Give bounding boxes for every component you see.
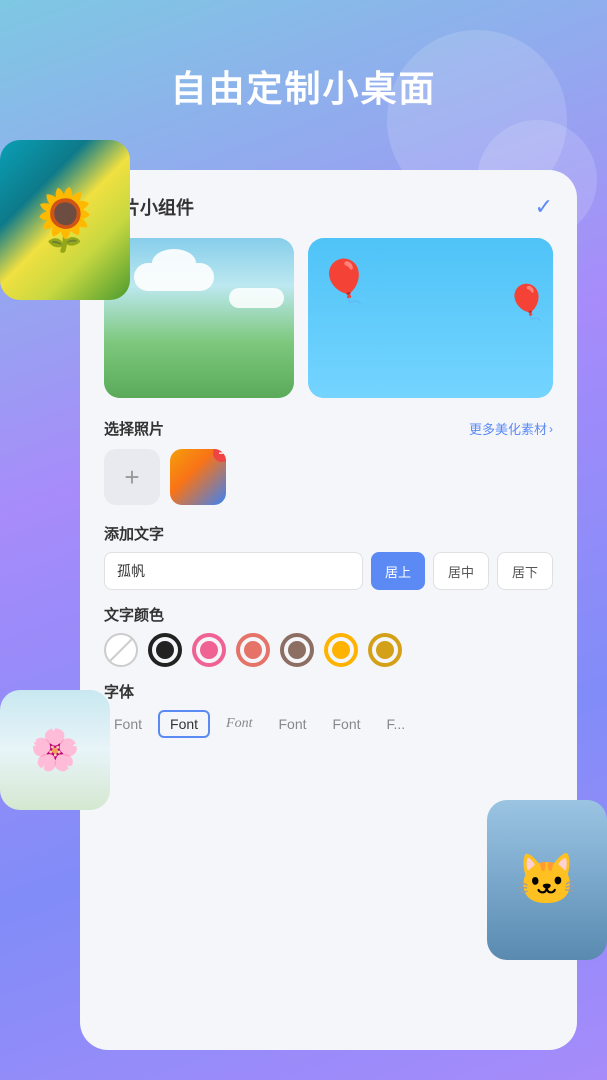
position-middle-button[interactable]: 居中 bbox=[433, 552, 489, 590]
preview-secondary-image[interactable]: 🎈 🎈 bbox=[308, 238, 553, 398]
color-swatch-gold[interactable] bbox=[368, 633, 402, 667]
text-input-field[interactable] bbox=[104, 552, 363, 590]
font-item-4[interactable]: Font bbox=[268, 712, 316, 736]
sky-scene bbox=[104, 238, 294, 398]
balloon-scene: 🎈 🎈 bbox=[308, 238, 553, 398]
more-materials-link[interactable]: 更多美化素材 › bbox=[469, 419, 553, 438]
add-photo-button[interactable]: + bbox=[104, 449, 160, 505]
font-item-6[interactable]: F... bbox=[377, 712, 416, 736]
photo-thumbnail-1[interactable]: − bbox=[170, 449, 226, 505]
font-item-1[interactable]: Font bbox=[104, 712, 152, 736]
balloon-2: 🎈 bbox=[506, 283, 548, 323]
cloud-2 bbox=[229, 288, 284, 308]
select-photos-label: 选择照片 bbox=[104, 418, 164, 439]
preview-main-image[interactable] bbox=[104, 238, 294, 398]
font-row: Font Font Font Font Font F... bbox=[104, 710, 553, 738]
color-swatch-black[interactable] bbox=[148, 633, 182, 667]
color-swatch-pink[interactable] bbox=[192, 633, 226, 667]
add-text-label: 添加文字 bbox=[104, 523, 553, 544]
position-top-button[interactable]: 居上 bbox=[371, 552, 425, 590]
position-bottom-button[interactable]: 居下 bbox=[497, 552, 553, 590]
text-color-label: 文字颜色 bbox=[104, 604, 553, 625]
corner-image-sunflower bbox=[0, 140, 130, 300]
corner-image-flowers bbox=[0, 690, 110, 810]
link-arrow-icon: › bbox=[549, 422, 553, 436]
text-input-row: 居上 居中 居下 bbox=[104, 552, 553, 590]
font-item-3[interactable]: Font bbox=[216, 712, 262, 736]
preview-row: 🎈 🎈 bbox=[104, 238, 553, 398]
color-swatch-coral[interactable] bbox=[236, 633, 270, 667]
color-row bbox=[104, 633, 553, 667]
color-swatch-brown[interactable] bbox=[280, 633, 314, 667]
add-text-section: 添加文字 居上 居中 居下 bbox=[104, 523, 553, 590]
select-photos-header: 选择照片 更多美化素材 › bbox=[104, 418, 553, 439]
balloon-1: 🎈 bbox=[318, 258, 370, 307]
corner-image-cat bbox=[487, 800, 607, 960]
check-icon: ✓ bbox=[535, 194, 553, 220]
page-title: 自由定制小桌面 bbox=[0, 0, 607, 112]
card-header: 图片小组件 ✓ bbox=[104, 194, 553, 220]
font-item-2[interactable]: Font bbox=[158, 710, 210, 738]
font-section: 字体 Font Font Font Font Font F... bbox=[104, 681, 553, 738]
color-swatch-amber[interactable] bbox=[324, 633, 358, 667]
color-swatch-none[interactable] bbox=[104, 633, 138, 667]
text-color-section: 文字颜色 bbox=[104, 604, 553, 667]
font-label: 字体 bbox=[104, 681, 553, 702]
photo-picker-row: + − bbox=[104, 449, 553, 505]
font-item-5[interactable]: Font bbox=[323, 712, 371, 736]
cloud-1 bbox=[134, 263, 214, 291]
